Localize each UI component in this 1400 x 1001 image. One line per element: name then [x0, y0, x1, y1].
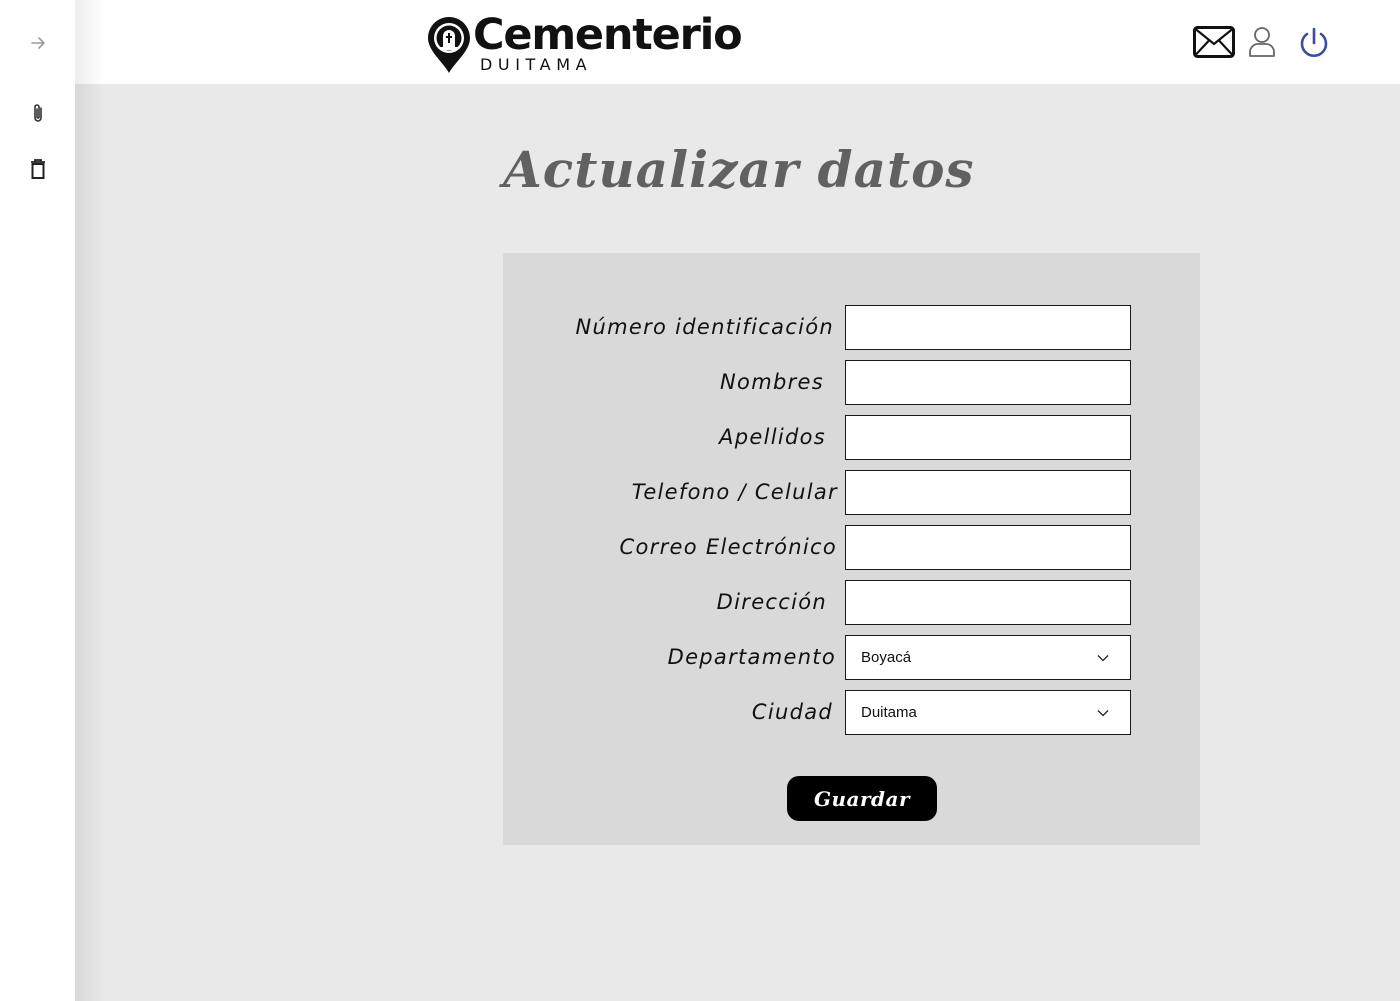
- form-row-direccion: Dirección: [503, 580, 1200, 625]
- label-departamento: Departamento: [667, 645, 836, 669]
- label-correo: Correo Electrónico: [619, 535, 837, 559]
- update-form: Número identificación Nombres Apellidos …: [503, 253, 1200, 845]
- power-icon: [1300, 27, 1328, 57]
- ciudad-select[interactable]: Duitama: [845, 690, 1131, 735]
- logo-subtitle: DUITAMA: [480, 55, 593, 74]
- form-row-ciudad: Ciudad Duitama: [503, 690, 1200, 735]
- logout-button[interactable]: [1297, 25, 1331, 61]
- correo-input[interactable]: [845, 525, 1131, 570]
- chevron-down-icon: [1096, 651, 1110, 665]
- nombres-input[interactable]: [845, 360, 1131, 405]
- header: Cementerio DUITAMA: [75, 0, 1400, 84]
- label-identificacion: Número identificación: [575, 315, 834, 339]
- logo[interactable]: Cementerio DUITAMA: [427, 10, 757, 78]
- save-button[interactable]: Guardar: [787, 776, 937, 821]
- form-row-apellidos: Apellidos: [503, 415, 1200, 460]
- label-direccion: Dirección: [716, 590, 827, 614]
- departamento-select[interactable]: Boyacá: [845, 635, 1131, 680]
- form-row-correo: Correo Electrónico: [503, 525, 1200, 570]
- label-telefono: Telefono / Celular: [631, 480, 838, 504]
- form-row-departamento: Departamento Boyacá: [503, 635, 1200, 680]
- main-content: Actualizar datos Número identificación N…: [75, 84, 1400, 1001]
- paperclip-icon[interactable]: [26, 101, 50, 125]
- telefono-input[interactable]: [845, 470, 1131, 515]
- mail-icon: [1193, 26, 1235, 58]
- identificacion-input[interactable]: [845, 305, 1131, 350]
- map-pin-tombstone-icon: [427, 16, 471, 78]
- mail-button[interactable]: [1193, 25, 1235, 59]
- trash-icon[interactable]: [26, 157, 50, 181]
- user-button[interactable]: [1246, 24, 1278, 58]
- label-nombres: Nombres: [720, 370, 824, 394]
- user-icon: [1249, 27, 1275, 57]
- form-row-telefono: Telefono / Celular: [503, 470, 1200, 515]
- logo-title: Cementerio: [473, 10, 743, 60]
- form-row-identificacion: Número identificación: [503, 305, 1200, 350]
- direccion-input[interactable]: [845, 580, 1131, 625]
- chevron-down-icon: [1096, 706, 1110, 720]
- arrow-right-icon[interactable]: [26, 31, 50, 55]
- apellidos-input[interactable]: [845, 415, 1131, 460]
- label-apellidos: Apellidos: [719, 425, 826, 449]
- form-row-nombres: Nombres: [503, 360, 1200, 405]
- page-title: Actualizar datos: [503, 140, 975, 199]
- departamento-value: Boyacá: [861, 649, 912, 666]
- sidebar: [0, 0, 75, 1001]
- label-ciudad: Ciudad: [751, 700, 833, 724]
- ciudad-value: Duitama: [861, 704, 917, 721]
